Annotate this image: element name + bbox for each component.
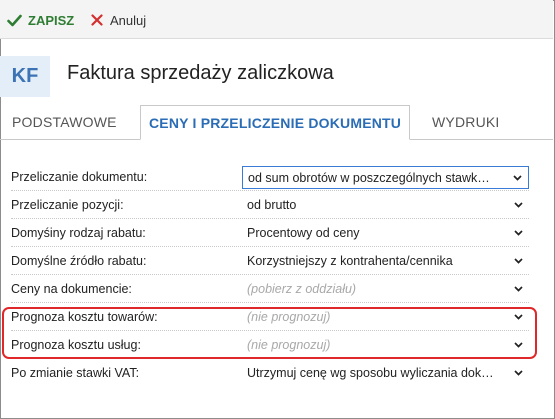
select-value: Korzystniejszy z kontrahenta/cennika (247, 254, 453, 268)
przeliczanie-pozycji-select[interactable]: od brutto (242, 194, 529, 217)
page-title: Faktura sprzedaży zaliczkowa (67, 62, 334, 84)
field-label: Przeliczanie pozycji: (11, 198, 124, 212)
chevron-down-icon (514, 230, 523, 236)
field-label: Domyśiny rodzaj rabatu: (11, 226, 146, 240)
check-icon (7, 14, 22, 26)
zmiana-stawki-vat-select[interactable]: Utrzymuj cenę wg sposobu wyliczania dok… (242, 362, 529, 385)
row-divider (11, 330, 529, 331)
row-divider (11, 358, 529, 359)
form-row: Domyśiny rodzaj rabatu: Procentowy od ce… (0, 220, 553, 247)
toolbar: ZAPISZ Anuluj (0, 0, 553, 39)
tab-ceny-i-przeliczenie[interactable]: CENY I PRZELICZENIE DOKUMENTU (140, 105, 411, 140)
tab-podstawowe[interactable]: PODSTAWOWE (4, 105, 125, 138)
chevron-down-icon (513, 175, 522, 181)
select-value: Utrzymuj cenę wg sposobu wyliczania dok… (247, 366, 494, 380)
select-value: Procentowy od ceny (247, 226, 360, 240)
document-header: KF Faktura sprzedaży zaliczkowa (0, 39, 553, 103)
chevron-down-icon (514, 314, 523, 320)
chevron-down-icon (514, 342, 523, 348)
save-button[interactable]: ZAPISZ (7, 10, 74, 30)
chevron-down-icon (514, 370, 523, 376)
field-label: Prognoza kosztu usług: (11, 338, 141, 352)
field-label: Po zmianie stawki VAT: (11, 366, 140, 380)
row-divider (11, 218, 529, 219)
ceny-na-dokumencie-select[interactable]: (pobierz z oddziału) (242, 278, 529, 301)
field-label: Prognoza kosztu towarów: (11, 310, 158, 324)
field-label: Ceny na dokumencie: (11, 282, 132, 296)
chevron-down-icon (514, 258, 523, 264)
form-row: Domyślne źródło rabatu: Korzystniejszy z… (0, 248, 553, 275)
rodzaj-rabatu-select[interactable]: Procentowy od ceny (242, 222, 529, 245)
tab-wydruki[interactable]: WYDRUKI (424, 105, 508, 138)
cancel-label: Anuluj (110, 12, 147, 28)
select-value: (nie prognozuj) (247, 310, 331, 324)
cancel-button[interactable]: Anuluj (91, 10, 146, 30)
document-type-badge: KF (0, 56, 50, 97)
row-divider (11, 274, 529, 275)
field-label: Domyślne źródło rabatu: (11, 254, 147, 268)
save-label: ZAPISZ (28, 12, 75, 28)
x-icon (91, 14, 103, 26)
field-label: Przeliczanie dokumentu: (11, 170, 148, 184)
select-value: (pobierz z oddziału) (247, 282, 357, 296)
row-divider (11, 246, 529, 247)
form-row: Prognoza kosztu usług: (nie prognozuj) (0, 332, 553, 359)
przeliczanie-dokumentu-select[interactable]: od sum obrotów w poszczególnych stawk… (242, 166, 529, 189)
form-row: Prognoza kosztu towarów: (nie prognozuj) (0, 304, 553, 331)
tab-bar: PODSTAWOWE CENY I PRZELICZENIE DOKUMENTU… (0, 105, 553, 140)
form-row: Przeliczanie pozycji: od brutto (0, 192, 553, 219)
form-row: Po zmianie stawki VAT: Utrzymuj cenę wg … (0, 360, 553, 387)
prognoza-kosztu-towarow-select[interactable]: (nie prognozuj) (242, 306, 529, 329)
select-value: (nie prognozuj) (247, 338, 331, 352)
chevron-down-icon (514, 286, 523, 292)
prognoza-kosztu-uslug-select[interactable]: (nie prognozuj) (242, 334, 529, 357)
form-row: Przeliczanie dokumentu: od sum obrotów w… (0, 164, 553, 191)
select-value: od brutto (247, 198, 297, 212)
chevron-down-icon (514, 202, 523, 208)
select-value: od sum obrotów w poszczególnych stawk… (248, 171, 490, 185)
row-divider (11, 302, 529, 303)
zrodlo-rabatu-select[interactable]: Korzystniejszy z kontrahenta/cennika (242, 250, 529, 273)
row-divider (11, 190, 529, 191)
form-row: Ceny na dokumencie: (pobierz z oddziału) (0, 276, 553, 303)
